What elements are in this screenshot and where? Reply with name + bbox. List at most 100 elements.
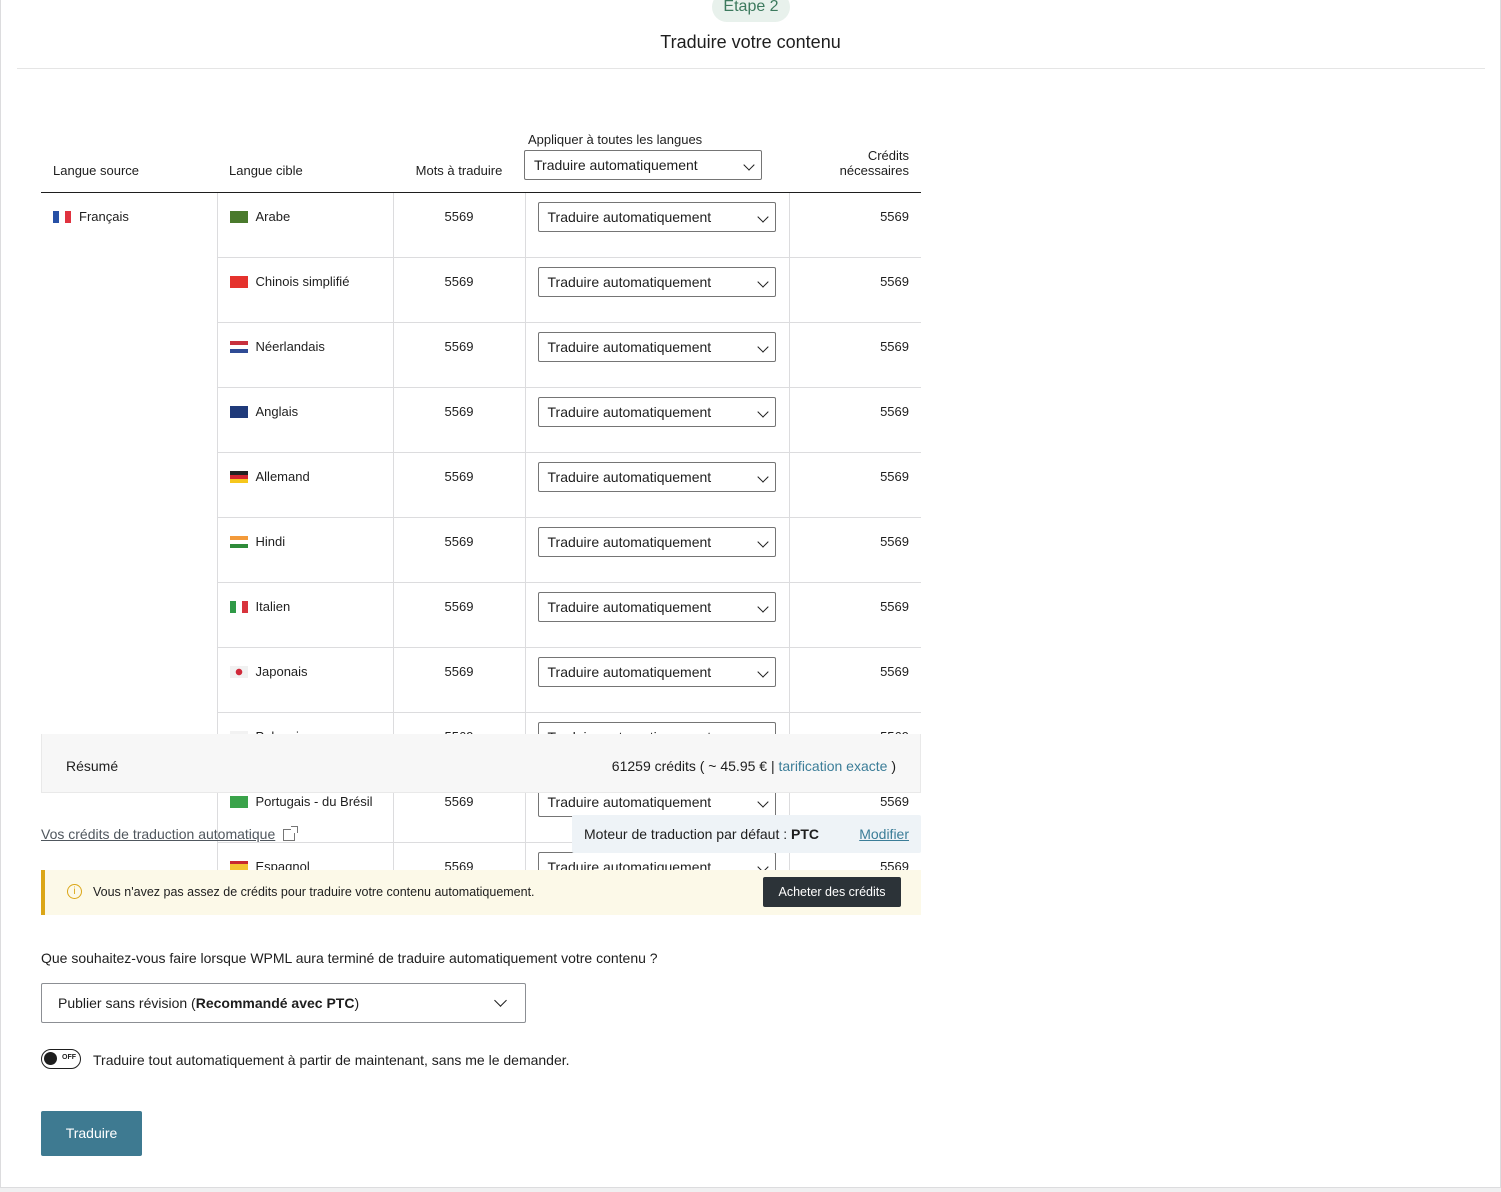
flag-icon [229,600,248,613]
col-words: Mots à traduire [393,128,525,193]
auto-translate-toggle[interactable]: OFF [41,1049,81,1069]
credits-cell: 5569 [788,322,921,388]
chevron-down-icon [756,341,769,353]
target-language-cell: Anglais [216,387,393,453]
chevron-down-icon [756,601,769,613]
apply-all-select[interactable]: Traduire automatiquement [524,150,762,180]
info-icon: i [67,884,82,899]
target-language-name: Chinois simplifié [255,274,350,289]
target-language-cell: Arabe [216,192,393,258]
summary-label: Résumé [66,758,119,774]
flag-icon [229,340,248,353]
apply-all-label: Appliquer à toutes les langues [528,132,703,147]
publish-prefix: Publier sans révision ( [58,995,196,1011]
target-language-cell: Japonais [216,647,393,713]
header-divider [17,68,1485,69]
target-language-cell: Allemand [216,452,393,518]
source-language-name: Français [79,209,129,224]
toggle-state: OFF [62,1054,76,1061]
toggle-knob [44,1052,57,1065]
credits-cell: 5569 [788,452,921,518]
target-language-cell: Chinois simplifié [216,257,393,323]
summary-credits: 61259 crédits ( ~ 45.95 € | [611,758,779,774]
translation-method-select[interactable]: Traduire automatiquement [537,267,776,297]
flag-icon [229,470,248,483]
target-language-name: Allemand [255,469,310,484]
col-credits: Crédits nécessaires [789,128,921,193]
words-cell: 5569 [392,517,525,583]
insufficient-credits-notice: i Vous n'avez pas assez de crédits pour … [41,870,921,915]
translation-method-select[interactable]: Traduire automatiquement [537,462,776,492]
default-engine-box: Moteur de traduction par défaut : PTC Mo… [572,815,921,853]
translation-method-select[interactable]: Traduire automatiquement [537,657,776,687]
translation-method-value: Traduire automatiquement [547,274,712,290]
chevron-down-icon [756,276,769,288]
buy-credits-button[interactable]: Acheter des crédits [763,877,901,907]
words-cell: 5569 [392,192,525,258]
exact-pricing-link[interactable]: tarification exacte [778,758,887,774]
publish-suffix: ) [354,995,360,1011]
translation-method-value: Traduire automatiquement [547,209,712,225]
chevron-down-icon [756,666,769,678]
chevron-down-icon [756,536,769,548]
modify-engine-link[interactable]: Modifier [859,826,909,842]
flag-icon [229,665,248,678]
translation-method-select[interactable]: Traduire automatiquement [537,527,776,557]
target-language-cell: Hindi [216,517,393,583]
table-header-row: Langue source Langue cible Mots à tradui… [41,128,921,193]
publish-option-select[interactable]: Publier sans révision (Recommandé avec P… [41,983,526,1023]
engine-label: Moteur de traduction par défaut : PTC [584,826,819,842]
translation-method-select[interactable]: Traduire automatiquement [537,397,776,427]
table-row: Français Arabe 5569 Traduire automatique… [41,192,921,258]
translate-button[interactable]: Traduire [41,1111,142,1156]
method-cell: Traduire automatiquement [524,452,789,518]
flag-icon [229,535,248,548]
engine-label-text: Moteur de traduction par défaut : [584,826,792,842]
translation-method-select[interactable]: Traduire automatiquement [537,332,776,362]
toggle-label: Traduire tout automatiquement à partir d… [93,1052,570,1068]
flag-icon [229,275,248,288]
method-cell: Traduire automatiquement [524,192,789,258]
auto-translation-credits-link[interactable]: Vos crédits de traduction automatique [41,826,299,842]
flag-icon [229,405,248,418]
target-language-name: Portugais - du Brésil [255,794,373,809]
translation-method-value: Traduire automatiquement [547,664,712,680]
col-credits-line2: nécessaires [839,163,909,178]
chevron-down-icon [743,159,755,171]
words-cell: 5569 [392,387,525,453]
completion-question: Que souhaitez-vous faire lorsque WPML au… [41,950,658,966]
credits-cell: 5569 [788,387,921,453]
col-target-language: Langue cible [217,128,393,193]
words-cell: 5569 [392,582,525,648]
translation-method-select[interactable]: Traduire automatiquement [537,202,776,232]
translation-method-value: Traduire automatiquement [547,534,712,550]
method-cell: Traduire automatiquement [524,582,789,648]
target-language-name: Néerlandais [255,339,325,354]
words-cell: 5569 [392,647,525,713]
method-cell: Traduire automatiquement [524,517,789,583]
target-language-name: Arabe [255,209,291,224]
external-link-icon [283,826,299,842]
translation-method-select[interactable]: Traduire automatiquement [537,592,776,622]
translation-method-value: Traduire automatiquement [547,469,712,485]
summary-suffix: ) [887,758,896,774]
credits-cell: 5569 [788,582,921,648]
credits-cell: 5569 [788,257,921,323]
step-badge: Etape 2 [712,0,790,22]
chevron-down-icon [756,471,769,483]
flag-icon [229,210,248,223]
col-source-language: Langue source [41,128,217,193]
target-language-name: Italien [255,599,291,614]
method-cell: Traduire automatiquement [524,257,789,323]
chevron-down-icon [494,994,507,1007]
translation-method-value: Traduire automatiquement [547,599,712,615]
source-language-cell: Français [41,193,217,909]
method-cell: Traduire automatiquement [524,647,789,713]
flag-icon [53,210,71,223]
credits-cell: 5569 [788,192,921,258]
target-language-name: Hindi [255,534,286,549]
col-apply-all: Appliquer à toutes les langues Traduire … [524,128,789,193]
translation-method-value: Traduire automatiquement [547,794,712,810]
words-cell: 5569 [392,322,525,388]
credits-cell: 5569 [788,647,921,713]
